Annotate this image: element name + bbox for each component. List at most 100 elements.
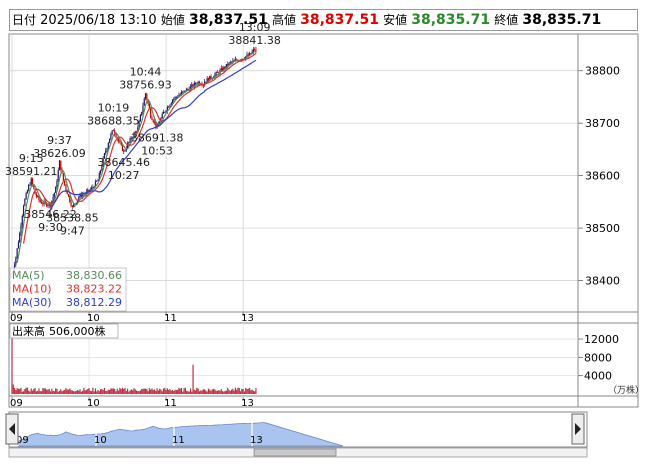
volume-bar [62,390,64,394]
candle-body [21,215,23,226]
navigator-scrollbar-thumb[interactable] [253,448,337,457]
candle-body [60,160,62,171]
volume-bar [171,389,174,394]
candle-body [57,170,59,182]
volume-bar [232,388,234,394]
volume-bar [237,387,239,394]
candle-body [123,150,125,152]
volume-bar [170,390,172,394]
volume-bar [193,389,195,394]
volume-bar [189,388,192,394]
price-y-tick-label: 38500 [585,222,620,235]
candle-body [97,179,99,181]
volume-unit: （万株） [608,384,644,396]
ma-legend-name: MA(5) [12,269,45,282]
volume-bar [24,389,26,394]
volume-bar [162,388,165,394]
candle-body [142,105,144,112]
volume-bar [98,391,100,394]
volume-bar [73,391,75,394]
volume-bar [245,388,247,394]
candle-body [62,173,64,181]
candle-body [108,138,111,144]
volume-bar [52,391,54,394]
candle-body [143,98,145,106]
candle-body [115,133,117,138]
x-tick-label: 10 [87,398,100,409]
volume-bar [126,388,129,394]
x-tick-label: 09 [10,313,23,324]
volume-bar [87,388,89,394]
candle-body [96,180,98,182]
volume-bar [218,390,220,394]
volume-bar [92,387,94,394]
volume-bar [160,389,162,394]
candle-body [69,196,71,202]
ma-legend-value: 38,812.29 [66,296,122,309]
volume-bar [246,388,248,394]
volume-bar [220,389,222,394]
candle-body [164,111,166,113]
volume-bar [255,388,257,394]
volume-bar [254,391,256,394]
volume-bar [248,387,251,394]
candle-body [42,203,44,205]
candle-body [146,93,148,100]
volume-bar [102,389,104,394]
candle-body [173,98,175,100]
candle-body [73,204,75,207]
candle-body [64,180,66,185]
volume-bar [159,388,161,394]
annotation-time: 10:19 [98,101,130,114]
volume-bar [115,391,117,394]
candle-body [169,104,171,107]
candle-body [67,194,70,197]
volume-bar [225,390,228,394]
volume-bar [93,391,95,394]
volume-bar [29,391,31,394]
annotation-time: 10:53 [141,145,173,158]
candle-body [65,184,67,190]
volume-bar [117,390,120,394]
volume-bar [80,391,82,394]
volume-bar [65,387,67,394]
volume-bar [147,391,149,394]
candle-body [161,113,163,119]
chart-window: 日付 2025/06/18 13:10 始値 38,837.51 高値 38,8… [0,0,653,470]
annotation-value: 38591.21 [5,165,58,178]
candle-body [107,143,109,148]
volume-bar [196,387,198,394]
volume-bar [30,388,32,394]
volume-bar [150,389,152,394]
volume-bar [35,391,37,394]
volume-bar [184,387,186,394]
volume-bar [207,388,210,394]
annotation-value: 38645.46 [97,156,150,169]
price-y-tick-label: 38700 [585,117,620,130]
price-y-tick-label: 38800 [585,65,620,78]
candle-body [247,54,249,56]
annotation-time: 10:44 [130,65,162,78]
candle-body [252,49,254,52]
candle-body [52,196,54,201]
volume-bar [121,387,124,394]
volume-bar [49,391,52,394]
ma-legend: MA(5) 38,830.66 MA(10) 38,823.22 MA(30) 38,81… [9,267,127,312]
candle-body [26,190,29,194]
volume-bar [19,388,21,394]
navigator-right-arrow-button[interactable] [571,413,585,445]
annotation-value: 38756.93 [119,78,172,91]
annotation-time: 9:47 [60,225,85,238]
volume-bar [151,388,153,394]
volume-bar [155,390,157,394]
candle-body [110,133,112,139]
candle-body [174,97,176,99]
candle-body [119,141,121,143]
volume-bar [238,387,240,394]
navigator-left-arrow-button[interactable] [5,413,19,445]
candle-body [162,111,165,114]
candle-body [99,170,102,173]
volume-bar [133,388,135,394]
volume-bar [46,389,48,394]
candle-body [195,83,197,85]
